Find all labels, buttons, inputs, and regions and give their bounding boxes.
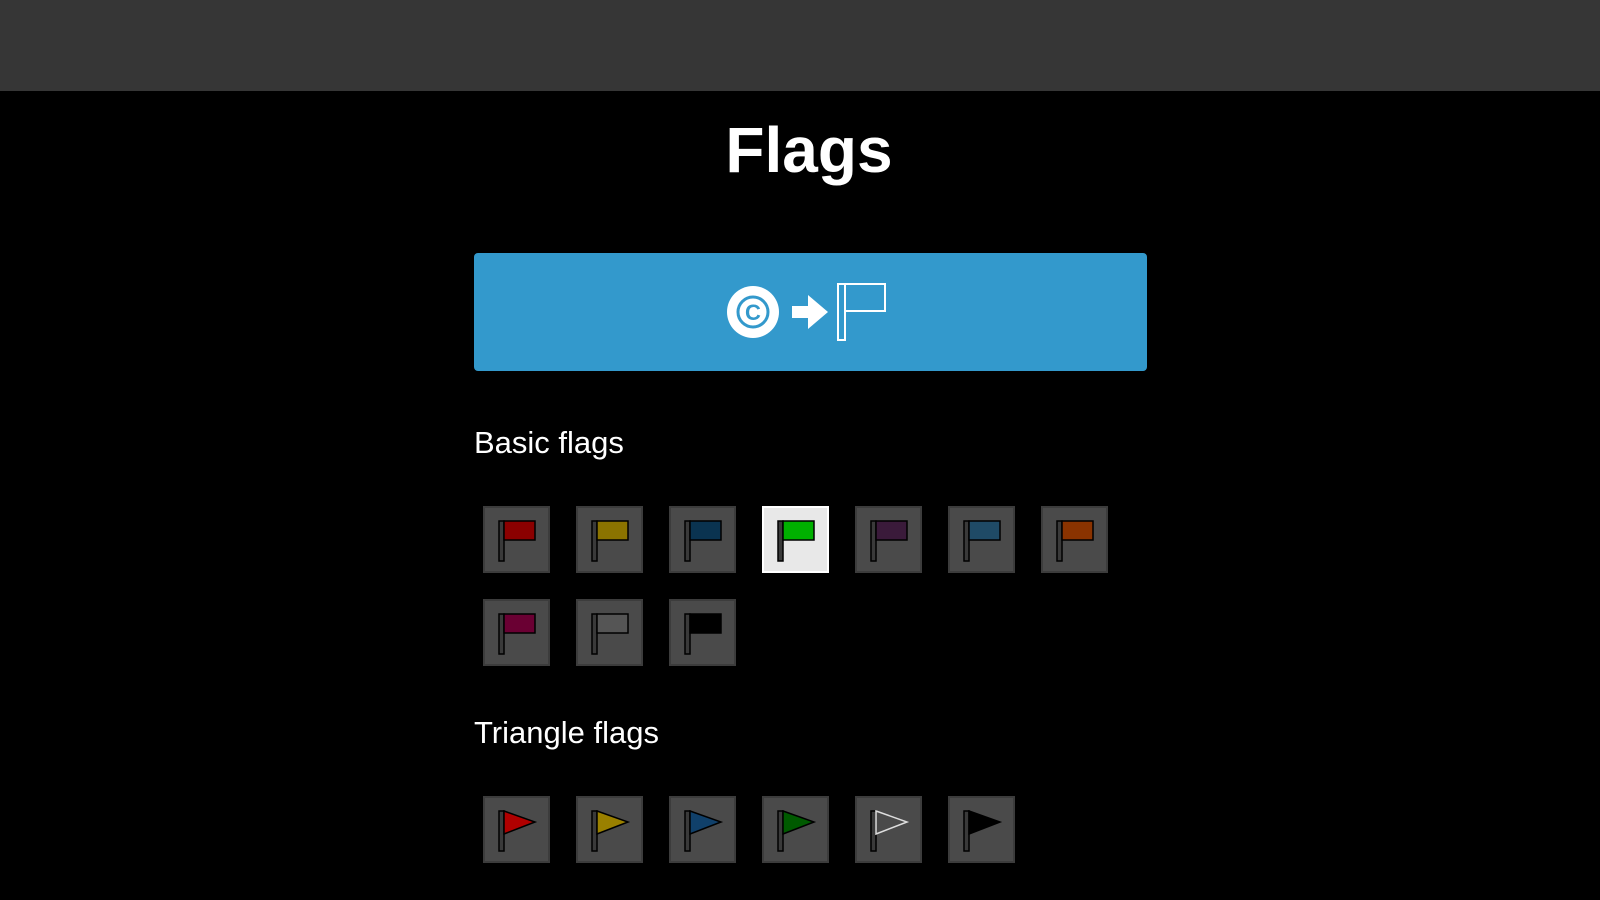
basic-flag-gray[interactable]: [576, 599, 643, 666]
basic-flag-yellow[interactable]: [576, 506, 643, 573]
convert-to-flag-button[interactable]: C: [474, 253, 1147, 371]
page-title: Flags: [725, 114, 893, 186]
top-bar: [0, 0, 1600, 91]
copyright-circle-icon: C: [726, 286, 779, 338]
basic-flags-heading: Basic flags: [474, 425, 624, 460]
arrow-right-icon: [791, 295, 828, 329]
flag-icon: [683, 519, 722, 562]
triangle-flag-icon: [962, 809, 1002, 852]
triangle-flag-icon: [683, 809, 723, 852]
triangle-flag-red[interactable]: [483, 796, 550, 863]
basic-flag-red[interactable]: [483, 506, 550, 573]
convert-icon-group: C: [726, 283, 886, 341]
flag-icon: [683, 612, 722, 655]
svg-text:C: C: [745, 300, 761, 325]
triangle-flags-heading: Triangle flags: [474, 715, 659, 750]
triangle-flag-icon: [776, 809, 816, 852]
triangle-flag-yellow[interactable]: [576, 796, 643, 863]
triangle-flags-grid: [483, 796, 1143, 863]
triangle-flag-white[interactable]: [855, 796, 922, 863]
basic-flag-black[interactable]: [669, 599, 736, 666]
triangle-flag-navy[interactable]: [669, 796, 736, 863]
triangle-flag-icon: [590, 809, 630, 852]
triangle-flag-icon: [497, 809, 537, 852]
flag-icon: [590, 612, 629, 655]
flag-outline-icon: [836, 283, 886, 341]
flag-icon: [497, 612, 536, 655]
triangle-flag-green[interactable]: [762, 796, 829, 863]
flag-icon: [869, 519, 908, 562]
basic-flag-purple[interactable]: [855, 506, 922, 573]
flag-icon: [776, 519, 815, 562]
basic-flag-green[interactable]: [762, 506, 829, 573]
basic-flag-teal[interactable]: [948, 506, 1015, 573]
flag-icon: [590, 519, 629, 562]
flag-icon: [962, 519, 1001, 562]
flag-icon: [1055, 519, 1094, 562]
triangle-flag-black[interactable]: [948, 796, 1015, 863]
flag-icon: [497, 519, 536, 562]
basic-flag-magenta[interactable]: [483, 599, 550, 666]
basic-flags-grid: [483, 506, 1143, 666]
basic-flag-orange[interactable]: [1041, 506, 1108, 573]
triangle-flag-icon: [869, 809, 909, 852]
basic-flag-navy[interactable]: [669, 506, 736, 573]
